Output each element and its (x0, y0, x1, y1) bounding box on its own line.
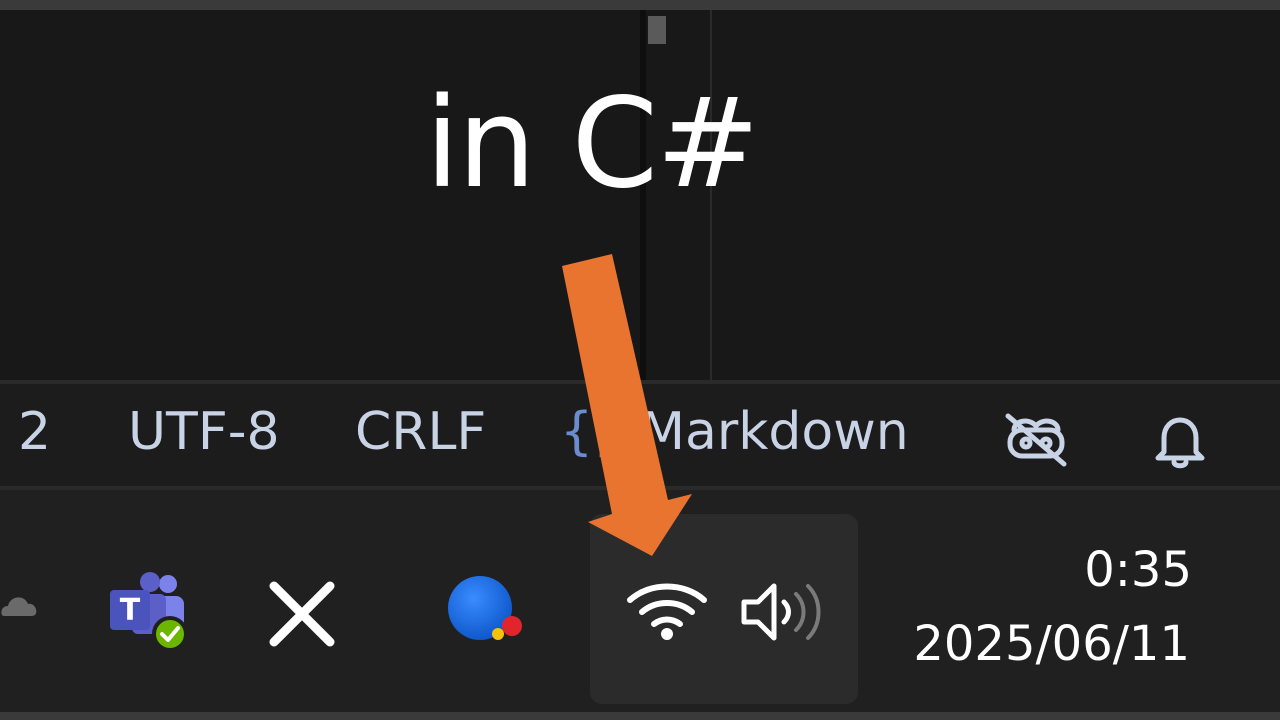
status-line-ending[interactable]: CRLF (355, 406, 486, 458)
editor-area: in C# (0, 10, 1280, 380)
status-encoding[interactable]: UTF-8 (128, 406, 280, 458)
wifi-icon (627, 583, 707, 640)
x-app-icon[interactable] (266, 578, 338, 650)
copilot-off-icon[interactable] (1000, 412, 1072, 468)
overlay-caption: in C# (425, 72, 760, 216)
clock-date[interactable]: 2025/06/11 (913, 620, 1190, 668)
screenshot-frame: in C# : 2 UTF-8 CRLF {}Markdown (0, 10, 1280, 712)
status-language-mode[interactable]: {} Markdown (560, 406, 909, 458)
clock-time[interactable]: 0:35 (1084, 546, 1192, 594)
copilot-ball-icon[interactable] (444, 574, 524, 654)
status-language-label: Markdown (640, 402, 909, 462)
teams-icon[interactable]: T (106, 572, 192, 654)
status-cursor-column[interactable]: : 2 (0, 406, 51, 458)
status-column-value: 2 (1, 402, 52, 462)
editor-statusbar: : 2 UTF-8 CRLF {}Markdown (0, 380, 1280, 490)
quick-settings-network-volume[interactable] (590, 514, 858, 704)
speaker-volume-icon (741, 583, 821, 641)
notification-bell-icon[interactable] (1150, 412, 1210, 472)
onedrive-cloud-icon[interactable] (0, 586, 40, 620)
windows-taskbar: T 0:35 2025/06/11 (0, 490, 1280, 712)
scrollbar-thumb[interactable] (648, 16, 666, 44)
svg-text:T: T (120, 593, 141, 628)
language-braces-icon: {} (560, 402, 627, 462)
